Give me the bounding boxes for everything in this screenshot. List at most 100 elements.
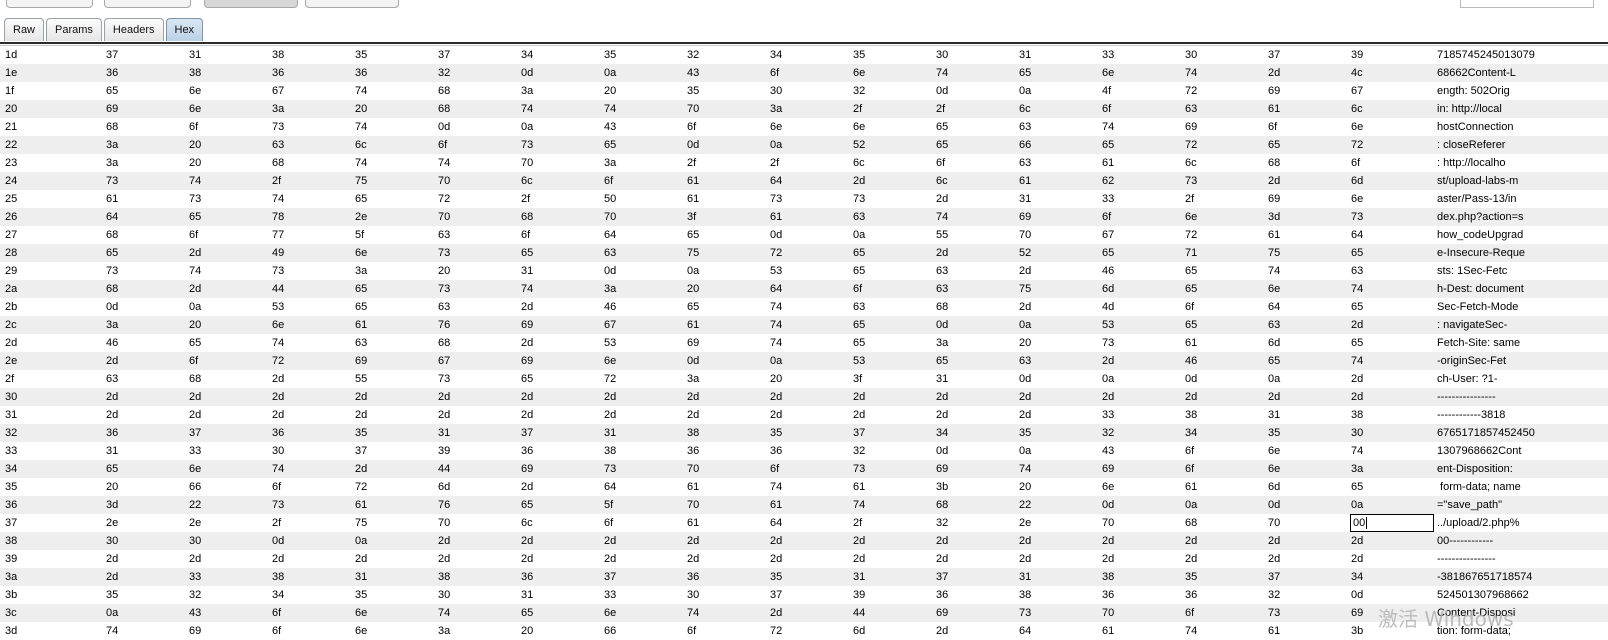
hex-byte-cell[interactable]: 75 (355, 514, 367, 532)
hex-byte-cell[interactable]: 74 (272, 190, 284, 208)
hex-byte-cell[interactable]: 65 (355, 190, 367, 208)
toolbar-button-3[interactable] (204, 0, 298, 8)
hex-byte-cell[interactable]: 3a (355, 262, 367, 280)
hex-byte-cell[interactable]: 65 (1185, 280, 1197, 298)
hex-byte-cell[interactable]: 64 (106, 208, 118, 226)
hex-byte-cell[interactable]: 2d (936, 550, 948, 568)
hex-byte-cell[interactable]: 65 (106, 82, 118, 100)
hex-byte-cell[interactable]: 65 (521, 244, 533, 262)
hex-byte-cell[interactable]: 0a (770, 352, 782, 370)
hex-byte-cell[interactable]: 2d (853, 388, 865, 406)
hex-byte-cell[interactable]: 44 (438, 460, 450, 478)
hex-byte-cell[interactable]: 74 (272, 460, 284, 478)
hex-byte-cell[interactable]: 69 (355, 352, 367, 370)
hex-byte-cell[interactable]: 35 (355, 586, 367, 604)
hex-byte-cell[interactable]: 65 (1351, 244, 1363, 262)
hex-byte-cell[interactable]: 6e (1351, 190, 1363, 208)
hex-byte-cell[interactable]: 2d (604, 388, 616, 406)
hex-byte-cell[interactable]: 66 (604, 622, 616, 640)
hex-byte-cell[interactable]: 31 (1019, 568, 1031, 586)
hex-byte-cell[interactable]: 0d (272, 532, 284, 550)
hex-byte-cell[interactable]: 35 (355, 46, 367, 64)
hex-byte-cell[interactable]: 3a (106, 316, 118, 334)
hex-byte-cell[interactable]: 20 (770, 370, 782, 388)
hex-byte-cell[interactable]: 78 (272, 208, 284, 226)
hex-byte-cell[interactable]: 38 (189, 64, 201, 82)
hex-byte-cell[interactable]: 0a (355, 532, 367, 550)
hex-byte-cell[interactable]: 65 (1268, 136, 1280, 154)
hex-byte-cell[interactable]: 36 (521, 568, 533, 586)
hex-byte-cell[interactable]: 3a (604, 154, 616, 172)
hex-byte-cell[interactable]: 64 (1351, 226, 1363, 244)
hex-byte-cell[interactable]: 2d (936, 532, 948, 550)
hex-byte-cell[interactable]: 69 (1019, 208, 1031, 226)
hex-byte-cell[interactable]: 61 (770, 496, 782, 514)
hex-byte-cell[interactable]: 74 (604, 100, 616, 118)
hex-byte-cell[interactable]: 70 (438, 172, 450, 190)
hex-byte-cell[interactable]: 36 (687, 568, 699, 586)
hex-byte-cell[interactable]: 3a (106, 136, 118, 154)
hex-byte-cell[interactable]: 6f (604, 172, 613, 190)
hex-byte-cell[interactable]: 63 (106, 370, 118, 388)
hex-byte-cell[interactable]: 55 (355, 370, 367, 388)
hex-byte-cell[interactable]: 61 (355, 496, 367, 514)
hex-byte-cell[interactable]: 6d (1268, 334, 1280, 352)
hex-byte-cell[interactable]: 74 (438, 154, 450, 172)
hex-byte-cell[interactable]: 2d (1019, 532, 1031, 550)
hex-byte-cell[interactable]: 72 (770, 244, 782, 262)
hex-byte-cell[interactable]: 2d (1019, 388, 1031, 406)
hex-byte-cell[interactable]: 65 (1185, 262, 1197, 280)
hex-byte-cell[interactable]: 30 (770, 82, 782, 100)
hex-byte-cell[interactable]: 6f (521, 226, 530, 244)
hex-byte-cell[interactable]: 44 (272, 280, 284, 298)
hex-byte-cell[interactable]: 6f (189, 226, 198, 244)
hex-byte-cell[interactable]: 65 (936, 118, 948, 136)
hex-byte-cell[interactable]: 0d (521, 64, 533, 82)
hex-byte-cell[interactable]: 63 (272, 136, 284, 154)
hex-byte-cell[interactable]: 72 (1185, 226, 1197, 244)
hex-byte-cell[interactable]: 6c (936, 172, 948, 190)
hex-byte-cell[interactable]: 6e (770, 118, 782, 136)
hex-byte-cell[interactable]: 6f (272, 604, 281, 622)
hex-byte-cell[interactable]: 74 (355, 82, 367, 100)
hex-byte-cell[interactable]: 6e (355, 244, 367, 262)
hex-byte-cell[interactable]: 37 (438, 46, 450, 64)
hex-byte-cell[interactable]: 46 (106, 334, 118, 352)
hex-byte-cell[interactable]: 68 (438, 334, 450, 352)
hex-byte-cell[interactable]: 36 (936, 586, 948, 604)
hex-byte-cell[interactable]: 6e (189, 82, 201, 100)
hex-byte-cell[interactable]: 53 (770, 262, 782, 280)
hex-byte-cell[interactable]: 36 (770, 442, 782, 460)
hex-byte-cell[interactable]: 72 (1185, 136, 1197, 154)
hex-byte-cell[interactable]: 31 (355, 568, 367, 586)
hex-byte-cell[interactable]: 53 (1102, 316, 1114, 334)
hex-byte-cell[interactable]: 2d (1019, 298, 1031, 316)
hex-byte-cell[interactable]: 72 (604, 370, 616, 388)
hex-byte-cell[interactable]: 2e (189, 514, 201, 532)
hex-byte-cell[interactable]: 62 (1102, 172, 1114, 190)
hex-byte-cell[interactable]: 2e (355, 208, 367, 226)
hex-byte-cell[interactable]: 38 (438, 568, 450, 586)
hex-byte-cell[interactable]: 6e (272, 316, 284, 334)
hex-byte-cell[interactable]: 72 (438, 190, 450, 208)
hex-byte-cell[interactable]: 31 (1019, 190, 1031, 208)
hex-byte-cell[interactable]: 2d (272, 388, 284, 406)
hex-byte-cell[interactable]: 73 (853, 190, 865, 208)
hex-byte-cell[interactable]: 0d (687, 352, 699, 370)
hex-byte-cell[interactable]: 6f (1185, 604, 1194, 622)
hex-byte-cell[interactable]: 20 (687, 280, 699, 298)
hex-byte-cell[interactable]: 2d (1185, 388, 1197, 406)
hex-byte-cell[interactable]: 0d (936, 316, 948, 334)
hex-byte-cell[interactable]: 73 (106, 262, 118, 280)
hex-byte-cell[interactable]: 65 (355, 280, 367, 298)
hex-byte-cell[interactable]: 2d (853, 406, 865, 424)
hex-byte-cell[interactable]: 6f (438, 136, 447, 154)
hex-byte-cell[interactable]: 68 (189, 370, 201, 388)
hex-byte-cell[interactable]: 69 (936, 604, 948, 622)
hex-byte-cell[interactable]: 70 (1019, 226, 1031, 244)
hex-byte-cell[interactable]: 6f (770, 64, 779, 82)
hex-byte-cell[interactable]: 2d (770, 388, 782, 406)
hex-byte-cell[interactable]: 0a (189, 298, 201, 316)
hex-byte-cell[interactable]: 74 (355, 118, 367, 136)
hex-byte-cell[interactable]: 74 (1102, 118, 1114, 136)
